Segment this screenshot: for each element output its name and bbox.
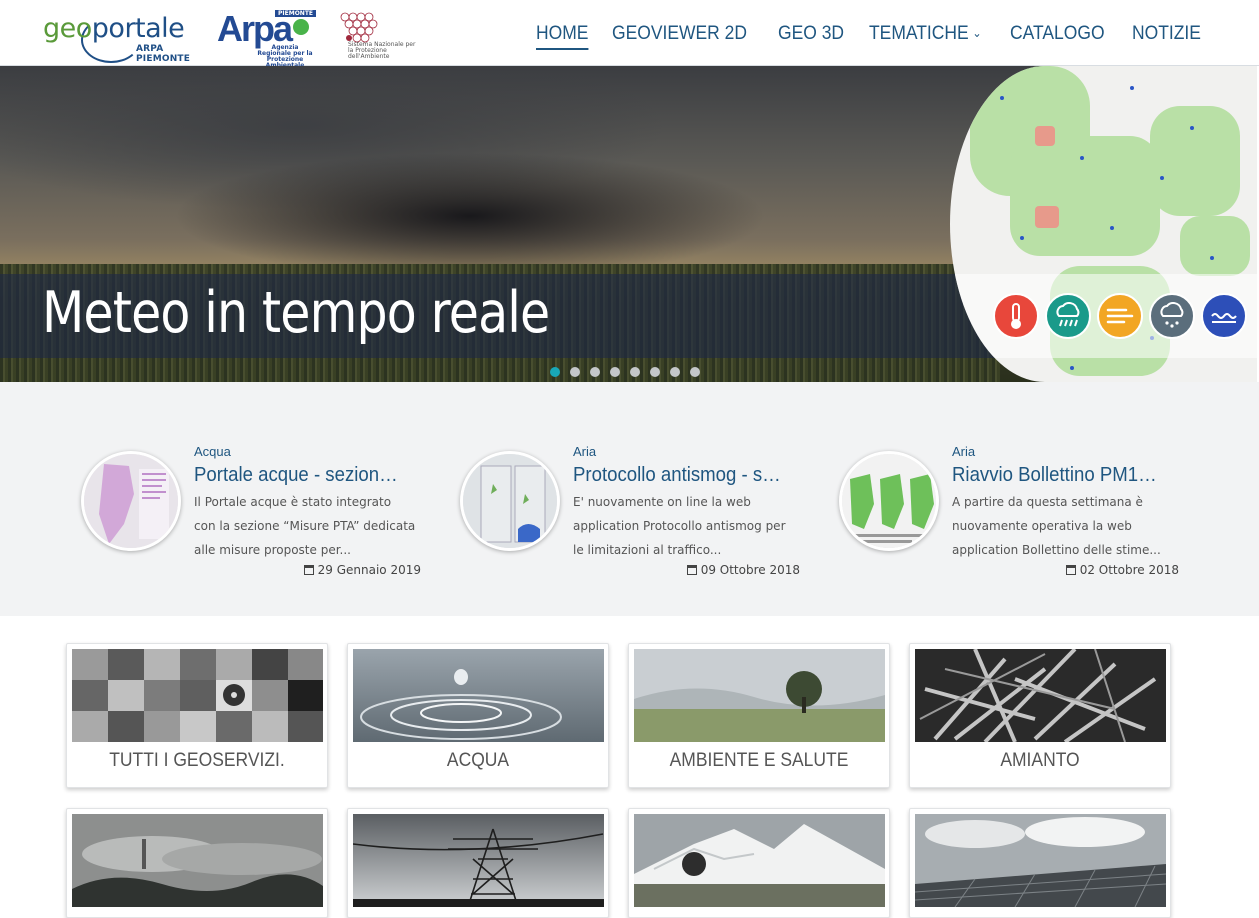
news-category[interactable]: Aria — [952, 444, 975, 459]
news-category[interactable]: Acqua — [194, 444, 231, 459]
news-date-text: 09 Ottobre 2018 — [700, 563, 800, 577]
calendar-icon — [303, 565, 314, 575]
card-image-industrial-smoke — [72, 814, 323, 907]
hero-carousel[interactable]: Meteo in tempo reale — [0, 66, 1257, 382]
news-item[interactable]: Acqua Portale acque - sezione "Mi… Il Po… — [81, 382, 421, 616]
snpa-logo[interactable]: Sistema Nazionale per la Protezione dell… — [339, 11, 415, 60]
theme-card-amianto[interactable]: AMIANTO — [909, 643, 1171, 788]
arpa-logo-tag: PIEMONTE — [275, 10, 317, 17]
news-date: 09 Ottobre 2018 — [686, 563, 800, 577]
card-label: ACQUA — [446, 750, 510, 771]
logo-word-portale: portale — [91, 13, 185, 44]
logo-word-geo: geo — [43, 13, 92, 44]
snpa-logo-subtitle: Sistema Nazionale per la Protezione dell… — [348, 41, 416, 60]
news-date: 02 Ottobre 2018 — [1065, 563, 1179, 577]
site-header: geoportale ARPA PIEMONTE Arpa PIEMONTE A… — [0, 0, 1259, 69]
theme-card[interactable] — [628, 808, 890, 918]
card-image-meadow-tree — [634, 649, 885, 742]
card-image-solar-panels — [915, 814, 1166, 907]
theme-card[interactable] — [66, 808, 328, 918]
nav-home[interactable]: HOME — [536, 22, 589, 50]
main-nav: HOME GEOVIEWER 2D GEO 3D TEMATICHE ⌄ CATA… — [517, 22, 1207, 50]
news-thumbnail[interactable] — [81, 451, 181, 551]
rain-icon[interactable] — [1045, 293, 1091, 339]
card-label: TUTTI I GEOSERVIZI. — [109, 750, 285, 771]
news-category[interactable]: Aria — [573, 444, 596, 459]
card-image-power-pylon — [353, 814, 604, 907]
hero-title: Meteo in tempo reale — [42, 280, 550, 346]
news-item[interactable]: Aria Riavvio Bollettino PM10 - s… A part… — [839, 382, 1179, 616]
geoportale-logo[interactable]: geoportale ARPA PIEMONTE — [43, 12, 190, 64]
nav-notizie[interactable]: NOTIZIE — [1132, 22, 1201, 50]
news-date-text: 29 Gennaio 2019 — [317, 563, 421, 577]
calendar-icon — [1065, 565, 1076, 575]
nav-tematiche-label: TEMATICHE — [868, 23, 969, 44]
carousel-indicators — [550, 367, 710, 377]
theme-card-acqua[interactable]: ACQUA — [347, 643, 609, 788]
card-image-water-drop — [353, 649, 604, 742]
news-title[interactable]: Protocollo antismog - stagi… — [573, 464, 782, 487]
news-item[interactable]: Aria Protocollo antismog - stagi… E' nuo… — [460, 382, 800, 616]
news-thumbnail[interactable] — [460, 451, 560, 551]
news-section: Acqua Portale acque - sezione "Mi… Il Po… — [0, 382, 1259, 616]
card-image-asbestos-fibers — [915, 649, 1166, 742]
calendar-icon — [686, 565, 697, 575]
carousel-dot[interactable] — [550, 367, 560, 377]
weather-icons — [993, 293, 1253, 339]
news-excerpt: E' nuovamente on line la web application… — [573, 495, 786, 557]
carousel-dot[interactable] — [590, 367, 600, 377]
theme-card-tutti-i-geoservizi[interactable]: TUTTI I GEOSERVIZI. — [66, 643, 328, 788]
snpa-hexagon-icon — [340, 12, 378, 43]
news-thumbnail[interactable] — [839, 451, 939, 551]
card-label: AMBIENTE E SALUTE — [669, 750, 849, 771]
carousel-dot[interactable] — [570, 367, 580, 377]
theme-card[interactable] — [909, 808, 1171, 918]
snow-icon[interactable] — [1149, 293, 1195, 339]
news-date-text: 02 Ottobre 2018 — [1079, 563, 1179, 577]
carousel-dot[interactable] — [630, 367, 640, 377]
card-image-collage — [72, 649, 323, 742]
nav-geoviewer-2d[interactable]: GEOVIEWER 2D — [612, 22, 747, 50]
carousel-dot[interactable] — [690, 367, 700, 377]
theme-card[interactable] — [347, 808, 609, 918]
theme-card-ambiente-e-salute[interactable]: AMBIENTE E SALUTE — [628, 643, 890, 788]
nav-tematiche[interactable]: TEMATICHE ⌄ — [869, 22, 982, 50]
wind-icon[interactable] — [1097, 293, 1143, 339]
news-title[interactable]: Riavvio Bollettino PM10 - s… — [952, 464, 1161, 487]
nav-geo-3d[interactable]: GEO 3D — [778, 22, 844, 50]
logo-subtitle: ARPA PIEMONTE — [136, 44, 191, 64]
carousel-dot[interactable] — [650, 367, 660, 377]
arpa-logo[interactable]: Arpa PIEMONTE Agenzia Regionale per la P… — [217, 10, 317, 69]
chevron-down-icon: ⌄ — [972, 26, 982, 40]
card-label: AMIANTO — [1000, 750, 1080, 771]
news-excerpt: Il Portale acque è stato integrato con l… — [194, 495, 416, 557]
arpa-logo-dot — [293, 19, 309, 35]
nav-catalogo[interactable]: CATALOGO — [1010, 22, 1105, 50]
carousel-dot[interactable] — [610, 367, 620, 377]
news-title[interactable]: Portale acque - sezione "Mi… — [194, 464, 403, 487]
carousel-dot[interactable] — [670, 367, 680, 377]
card-image-snowy-mountains — [634, 814, 885, 907]
water-level-icon[interactable] — [1201, 293, 1247, 339]
news-excerpt: A partire da questa settimana è nuovamen… — [952, 495, 1161, 557]
news-date: 29 Gennaio 2019 — [303, 563, 421, 577]
temperature-icon[interactable] — [993, 293, 1039, 339]
